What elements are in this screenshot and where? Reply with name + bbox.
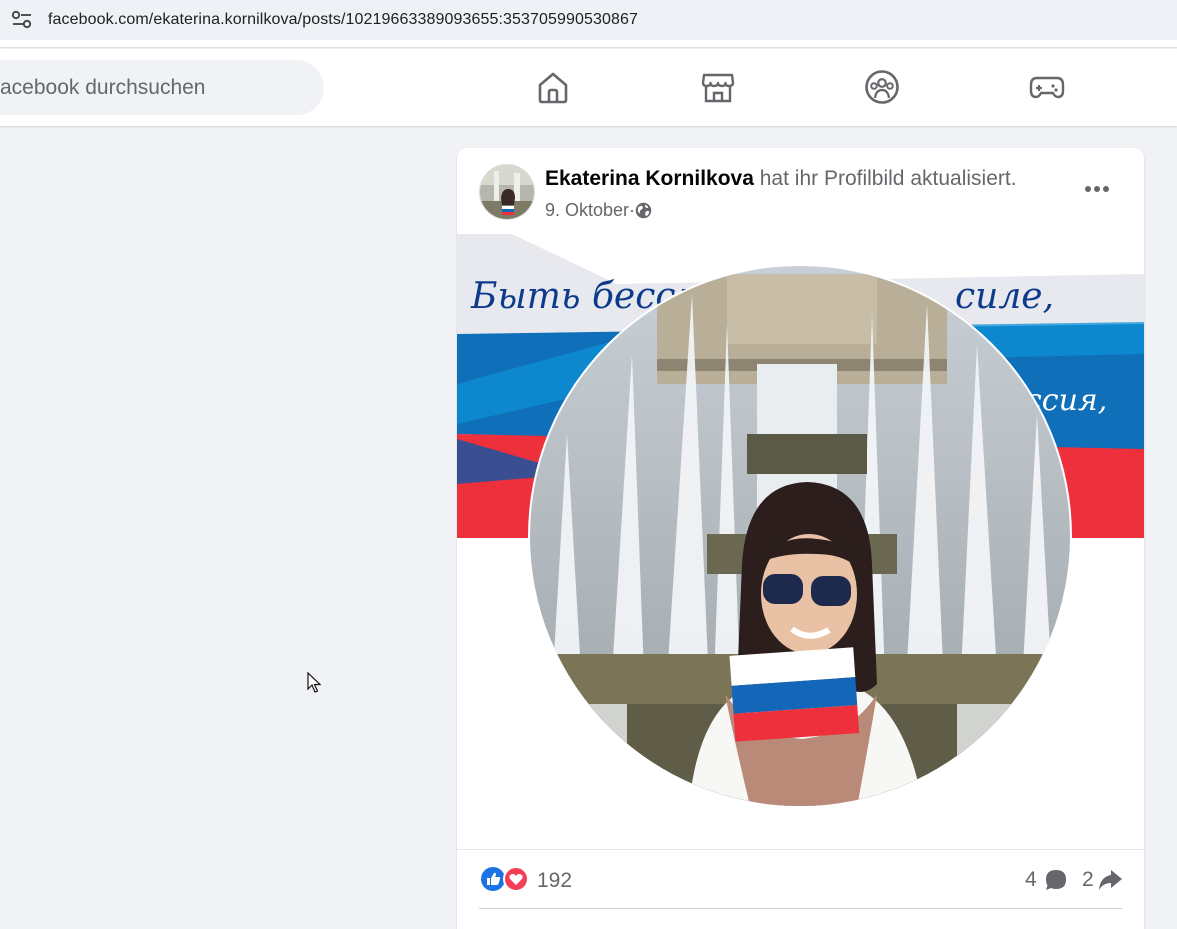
- marketplace-icon[interactable]: [700, 69, 736, 105]
- banner-text-1b: силе,: [955, 276, 1054, 317]
- post-options-button[interactable]: [1079, 174, 1115, 204]
- search-placeholder: acebook durchsuchen: [0, 76, 206, 99]
- gaming-icon[interactable]: [1029, 69, 1065, 105]
- profile-picture-post-image[interactable]: Быть бессм силе, ссия,: [457, 234, 1144, 851]
- search-input[interactable]: acebook durchsuchen: [0, 60, 324, 115]
- share-icon[interactable]: [1097, 868, 1123, 892]
- site-settings-icon[interactable]: [10, 9, 34, 31]
- author-line: Ekaterina Kornilkova hat ihr Profilbild …: [545, 167, 1017, 191]
- url-pill[interactable]: facebook.com/ekaterina.kornilkova/posts/…: [0, 0, 1177, 40]
- browser-address-bar: facebook.com/ekaterina.kornilkova/posts/…: [0, 0, 1177, 48]
- more-dots-icon: [1085, 186, 1109, 192]
- mouse-cursor-icon: [307, 672, 321, 693]
- home-icon[interactable]: [535, 69, 571, 105]
- reaction-count[interactable]: 192: [537, 869, 572, 893]
- globe-icon[interactable]: [635, 202, 652, 219]
- post-action-text: hat ihr Profilbild aktualisiert.: [753, 167, 1017, 190]
- comment-icon[interactable]: [1044, 868, 1068, 892]
- like-icon: [481, 867, 505, 891]
- facebook-header: acebook durchsuchen: [0, 49, 1177, 126]
- post-meta: 9. Oktober ·: [545, 200, 652, 221]
- reactions-row: 192 4 2: [457, 849, 1144, 909]
- groups-icon[interactable]: [864, 69, 900, 105]
- author-avatar[interactable]: [479, 164, 535, 220]
- love-icon: [503, 866, 529, 892]
- reaction-icons[interactable]: [481, 866, 529, 892]
- url-text[interactable]: facebook.com/ekaterina.kornilkova/posts/…: [48, 11, 638, 29]
- post-date[interactable]: 9. Oktober: [545, 200, 629, 221]
- action-divider: [479, 908, 1122, 909]
- comment-count[interactable]: 4: [1025, 868, 1037, 892]
- post-card: Ekaterina Kornilkova hat ihr Profilbild …: [457, 148, 1144, 929]
- author-name[interactable]: Ekaterina Kornilkova: [545, 167, 754, 190]
- share-count[interactable]: 2: [1082, 868, 1094, 892]
